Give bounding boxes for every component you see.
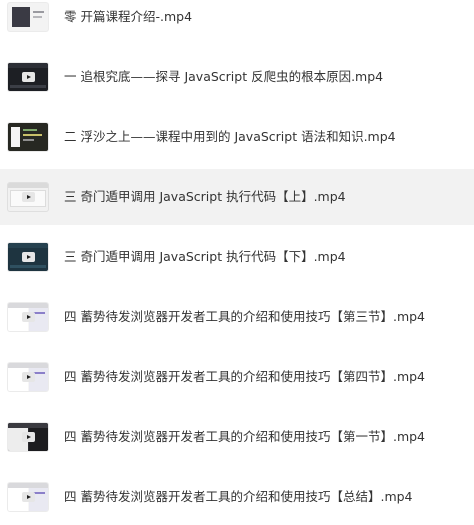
- file-row[interactable]: 四 蓄势待发浏览器开发者工具的介绍和使用技巧【第三节】.mp4: [0, 289, 474, 345]
- video-thumbnail: [8, 243, 48, 271]
- file-name: 四 蓄势待发浏览器开发者工具的介绍和使用技巧【第一节】.mp4: [64, 429, 426, 444]
- file-row[interactable]: 一 追根究底——探寻 JavaScript 反爬虫的根本原因.mp4: [0, 49, 474, 105]
- play-icon: [21, 432, 35, 442]
- video-thumbnail: [8, 3, 48, 31]
- video-thumbnail: [8, 423, 48, 451]
- file-name: 三 奇门遁甲调用 JavaScript 执行代码【上】.mp4: [64, 189, 346, 204]
- play-icon: [21, 492, 35, 502]
- file-row[interactable]: 二 浮沙之上——课程中用到的 JavaScript 语法和知识.mp4: [0, 109, 474, 165]
- file-row[interactable]: 三 奇门遁甲调用 JavaScript 执行代码【下】.mp4: [0, 229, 474, 285]
- play-icon: [21, 312, 35, 322]
- file-name: 三 奇门遁甲调用 JavaScript 执行代码【下】.mp4: [64, 249, 346, 264]
- file-row[interactable]: 零 开篇课程介绍-.mp4: [0, 0, 474, 45]
- video-thumbnail: [8, 123, 48, 151]
- file-name: 四 蓄势待发浏览器开发者工具的介绍和使用技巧【第四节】.mp4: [64, 369, 426, 384]
- file-row[interactable]: 四 蓄势待发浏览器开发者工具的介绍和使用技巧【总结】.mp4: [0, 469, 474, 525]
- file-name: 四 蓄势待发浏览器开发者工具的介绍和使用技巧【总结】.mp4: [64, 489, 413, 504]
- file-name: 四 蓄势待发浏览器开发者工具的介绍和使用技巧【第三节】.mp4: [64, 309, 426, 324]
- file-name: 零 开篇课程介绍-.mp4: [64, 9, 193, 24]
- video-thumbnail: [8, 63, 48, 91]
- play-icon: [21, 372, 35, 382]
- file-name: 一 追根究底——探寻 JavaScript 反爬虫的根本原因.mp4: [64, 69, 384, 84]
- video-thumbnail: [8, 183, 48, 211]
- file-row[interactable]: 四 蓄势待发浏览器开发者工具的介绍和使用技巧【第一节】.mp4: [0, 409, 474, 465]
- video-thumbnail: [8, 363, 48, 391]
- video-thumbnail: [8, 303, 48, 331]
- play-icon: [21, 192, 35, 202]
- play-icon: [21, 252, 35, 262]
- play-icon: [21, 72, 35, 82]
- file-row-selected[interactable]: 三 奇门遁甲调用 JavaScript 执行代码【上】.mp4: [0, 169, 474, 225]
- file-row[interactable]: 四 蓄势待发浏览器开发者工具的介绍和使用技巧【第四节】.mp4: [0, 349, 474, 405]
- file-name: 二 浮沙之上——课程中用到的 JavaScript 语法和知识.mp4: [64, 129, 396, 144]
- video-thumbnail: [8, 483, 48, 511]
- file-list: 零 开篇课程介绍-.mp4 一 追根究底——探寻 JavaScript 反爬虫的…: [0, 0, 474, 512]
